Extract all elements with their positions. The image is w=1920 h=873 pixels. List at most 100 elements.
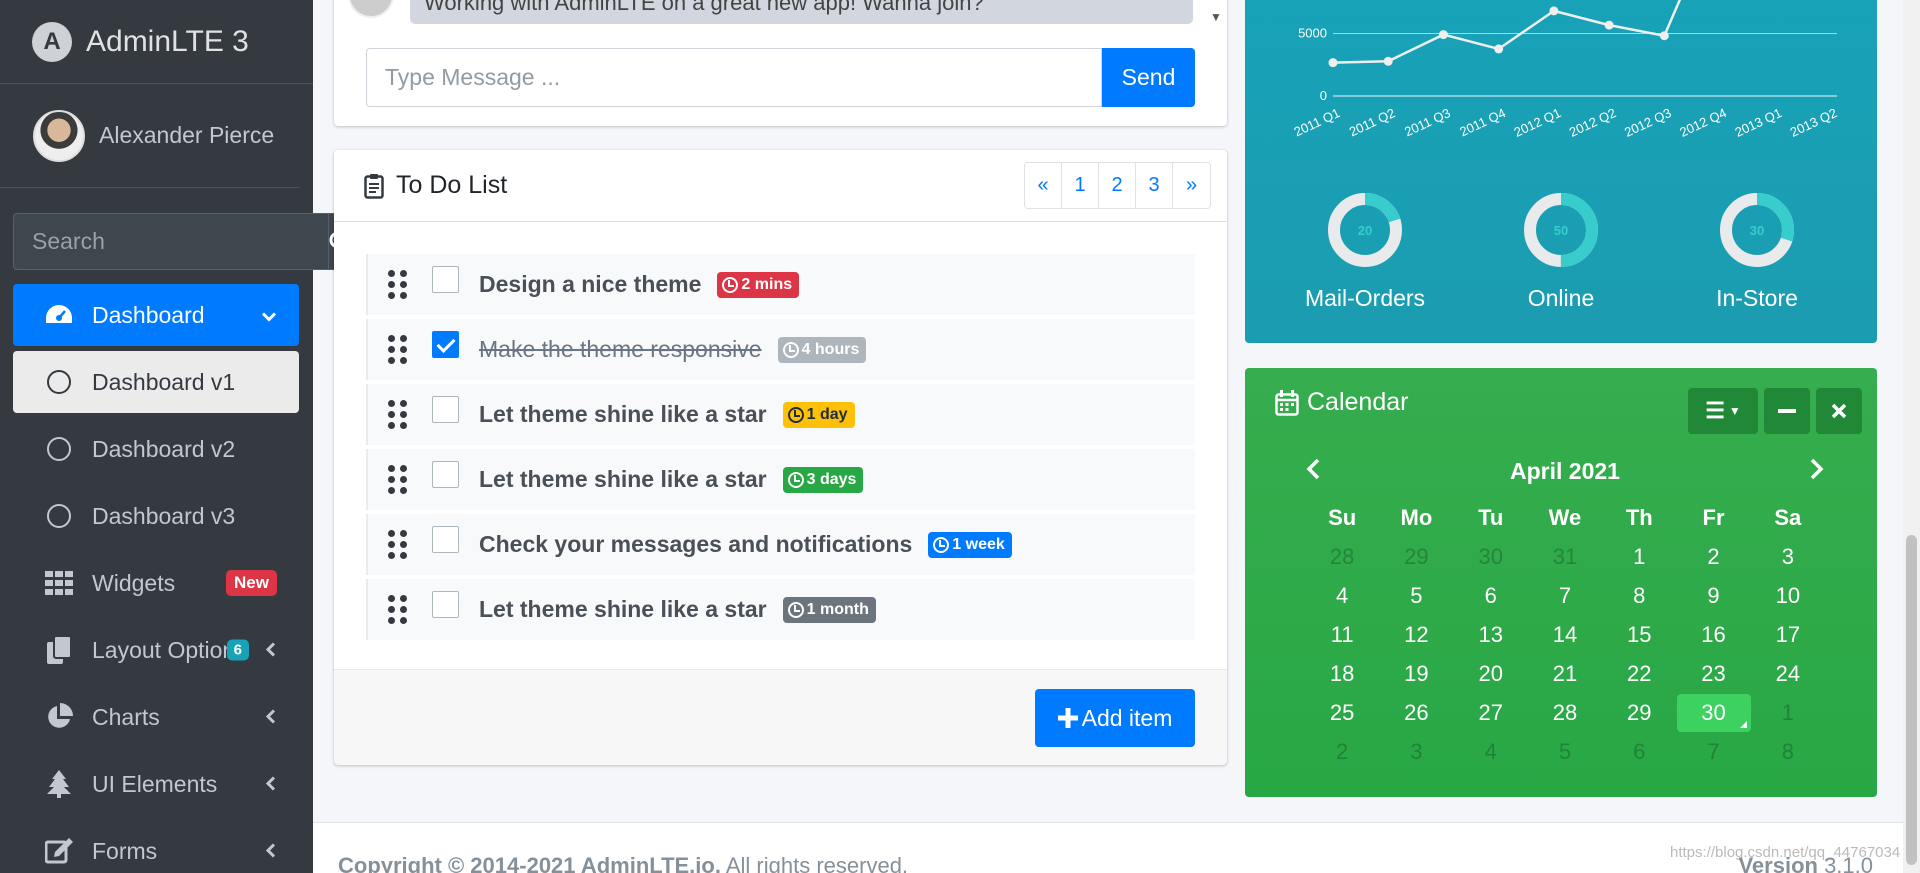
todo-item[interactable]: Check your messages and notifications 1 w… [366,514,1195,575]
todo-checkbox[interactable] [432,266,459,293]
send-button[interactable]: Send [1102,48,1195,107]
sidebar-item-ui-elements[interactable]: UI Elements [13,753,299,815]
sidebar-item-charts[interactable]: Charts [13,686,299,748]
knob-dial[interactable]: 20 [1327,192,1403,268]
calendar-day[interactable]: 8 [1751,739,1825,765]
calendar-day[interactable]: 7 [1528,583,1602,609]
sidebar-item-dashboard-v2[interactable]: Dashboard v2 [13,418,299,480]
prev-month-icon[interactable] [1305,458,1321,485]
page-prev[interactable]: « [1025,163,1062,208]
pie-chart-icon [43,701,75,733]
calendar-day[interactable]: 28 [1528,700,1602,726]
knob-label: Online [1527,285,1595,311]
calendar-day[interactable]: 4 [1305,583,1379,609]
calendar-day[interactable]: 5 [1379,583,1453,609]
calendar-day[interactable]: 1 [1751,700,1825,726]
message-input[interactable] [366,48,1102,107]
calendar-day[interactable]: 9 [1676,583,1750,609]
todo-checkbox[interactable] [432,331,459,358]
calendar-day[interactable]: 5 [1528,739,1602,765]
calendar-day[interactable]: 16 [1676,622,1750,648]
calendar-day-label: 2 [1336,738,1349,764]
calendar-day[interactable]: 27 [1454,700,1528,726]
page-scrollbar[interactable] [1903,0,1920,873]
search-input[interactable] [13,213,328,270]
calendar-day[interactable]: 21 [1528,661,1602,687]
calendar-day[interactable]: 31 [1528,544,1602,570]
todo-checkbox[interactable] [432,591,459,618]
user-name[interactable]: Alexander Pierce [99,122,274,149]
drag-handle-icon[interactable] [388,530,408,559]
calendar-day[interactable]: 25 [1305,700,1379,726]
page-2[interactable]: 2 [1099,163,1136,208]
calendar-day[interactable]: 28 [1305,544,1379,570]
drag-handle-icon[interactable] [388,400,408,429]
scroll-down-icon[interactable]: ▼ [1210,10,1222,24]
calendar-day[interactable]: 19 [1379,661,1453,687]
scrollbar-thumb[interactable] [1906,535,1917,865]
calendar-day[interactable]: 15 [1602,622,1676,648]
todo-item[interactable]: Let theme shine like a star 1 month [366,579,1195,640]
calendar-day[interactable]: 13 [1454,622,1528,648]
drag-handle-icon[interactable] [388,270,408,299]
calendar-day[interactable]: 12 [1379,622,1453,648]
calendar-month[interactable]: April 2021 [1510,458,1620,485]
collapse-button[interactable] [1764,388,1810,434]
add-item-button[interactable]: Add item [1035,689,1195,747]
todo-checkbox[interactable] [432,526,459,553]
drag-handle-icon[interactable] [388,335,408,364]
adminlte-link[interactable]: AdminLTE.io. [581,853,721,873]
calendar-day[interactable]: 2 [1676,544,1750,570]
calendar-day[interactable]: 24 [1751,661,1825,687]
calendar-day[interactable]: 29 [1602,700,1676,726]
calendar-day[interactable]: 26 [1379,700,1453,726]
sidebar-item-forms[interactable]: Forms [13,820,299,873]
calendar-day[interactable]: 1 [1602,544,1676,570]
sidebar-item-dashboard[interactable]: Dashboard [13,284,299,346]
calendar-day[interactable]: 11 [1305,622,1379,648]
calendar-day[interactable]: 7 [1676,739,1750,765]
calendar-day[interactable]: 22 [1602,661,1676,687]
calendar-day[interactable]: 29 [1379,544,1453,570]
user-panel[interactable]: Alexander Pierce [0,84,300,188]
brand-link[interactable]: A AdminLTE 3 [0,0,313,84]
calendar-menu-button[interactable]: ☰ ▼ [1688,388,1758,434]
calendar-day-today[interactable]: 30 [1676,693,1751,732]
calendar-day[interactable]: 30 [1454,544,1528,570]
calendar-day[interactable]: 4 [1454,739,1528,765]
calendar-day[interactable]: 8 [1602,583,1676,609]
calendar-day[interactable]: 23 [1676,661,1750,687]
todo-checkbox[interactable] [432,461,459,488]
calendar-day-label: 23 [1701,660,1726,686]
drag-handle-icon[interactable] [388,465,408,494]
calendar-day[interactable]: 10 [1751,583,1825,609]
sidebar-item-widgets[interactable]: Widgets New [13,552,299,614]
sidebar-item-dashboard-v3[interactable]: Dashboard v3 [13,485,299,547]
page-next[interactable]: » [1173,163,1210,208]
sidebar-item-dashboard-v1[interactable]: Dashboard v1 [13,351,299,413]
todo-checkbox[interactable] [432,396,459,423]
todo-item[interactable]: Let theme shine like a star 1 day [366,384,1195,445]
calendar-day[interactable]: 6 [1454,583,1528,609]
drag-handle-icon[interactable] [388,595,408,624]
todo-text: Design a nice theme [479,271,702,297]
knob-dial[interactable]: 30 [1719,192,1795,268]
calendar-day[interactable]: 3 [1751,544,1825,570]
todo-item[interactable]: Make the theme responsive 4 hours [366,319,1195,380]
remove-button[interactable] [1816,388,1862,434]
page-1[interactable]: 1 [1062,163,1099,208]
sidebar-item-layout-options[interactable]: Layout Options 6 [13,619,299,681]
todo-item[interactable]: Let theme shine like a star 3 days [366,449,1195,510]
calendar-day[interactable]: 3 [1379,739,1453,765]
page-3[interactable]: 3 [1136,163,1173,208]
calendar-day[interactable]: 18 [1305,661,1379,687]
calendar-day[interactable]: 20 [1454,661,1528,687]
next-month-icon[interactable] [1809,458,1825,485]
calendar-day[interactable]: 14 [1528,622,1602,648]
calendar-day[interactable]: 2 [1305,739,1379,765]
calendar-day[interactable]: 6 [1602,739,1676,765]
knob-dial[interactable]: 50 [1523,192,1599,268]
chevron-left-icon [265,704,277,731]
todo-item[interactable]: Design a nice theme 2 mins [366,254,1195,315]
calendar-day[interactable]: 17 [1751,622,1825,648]
